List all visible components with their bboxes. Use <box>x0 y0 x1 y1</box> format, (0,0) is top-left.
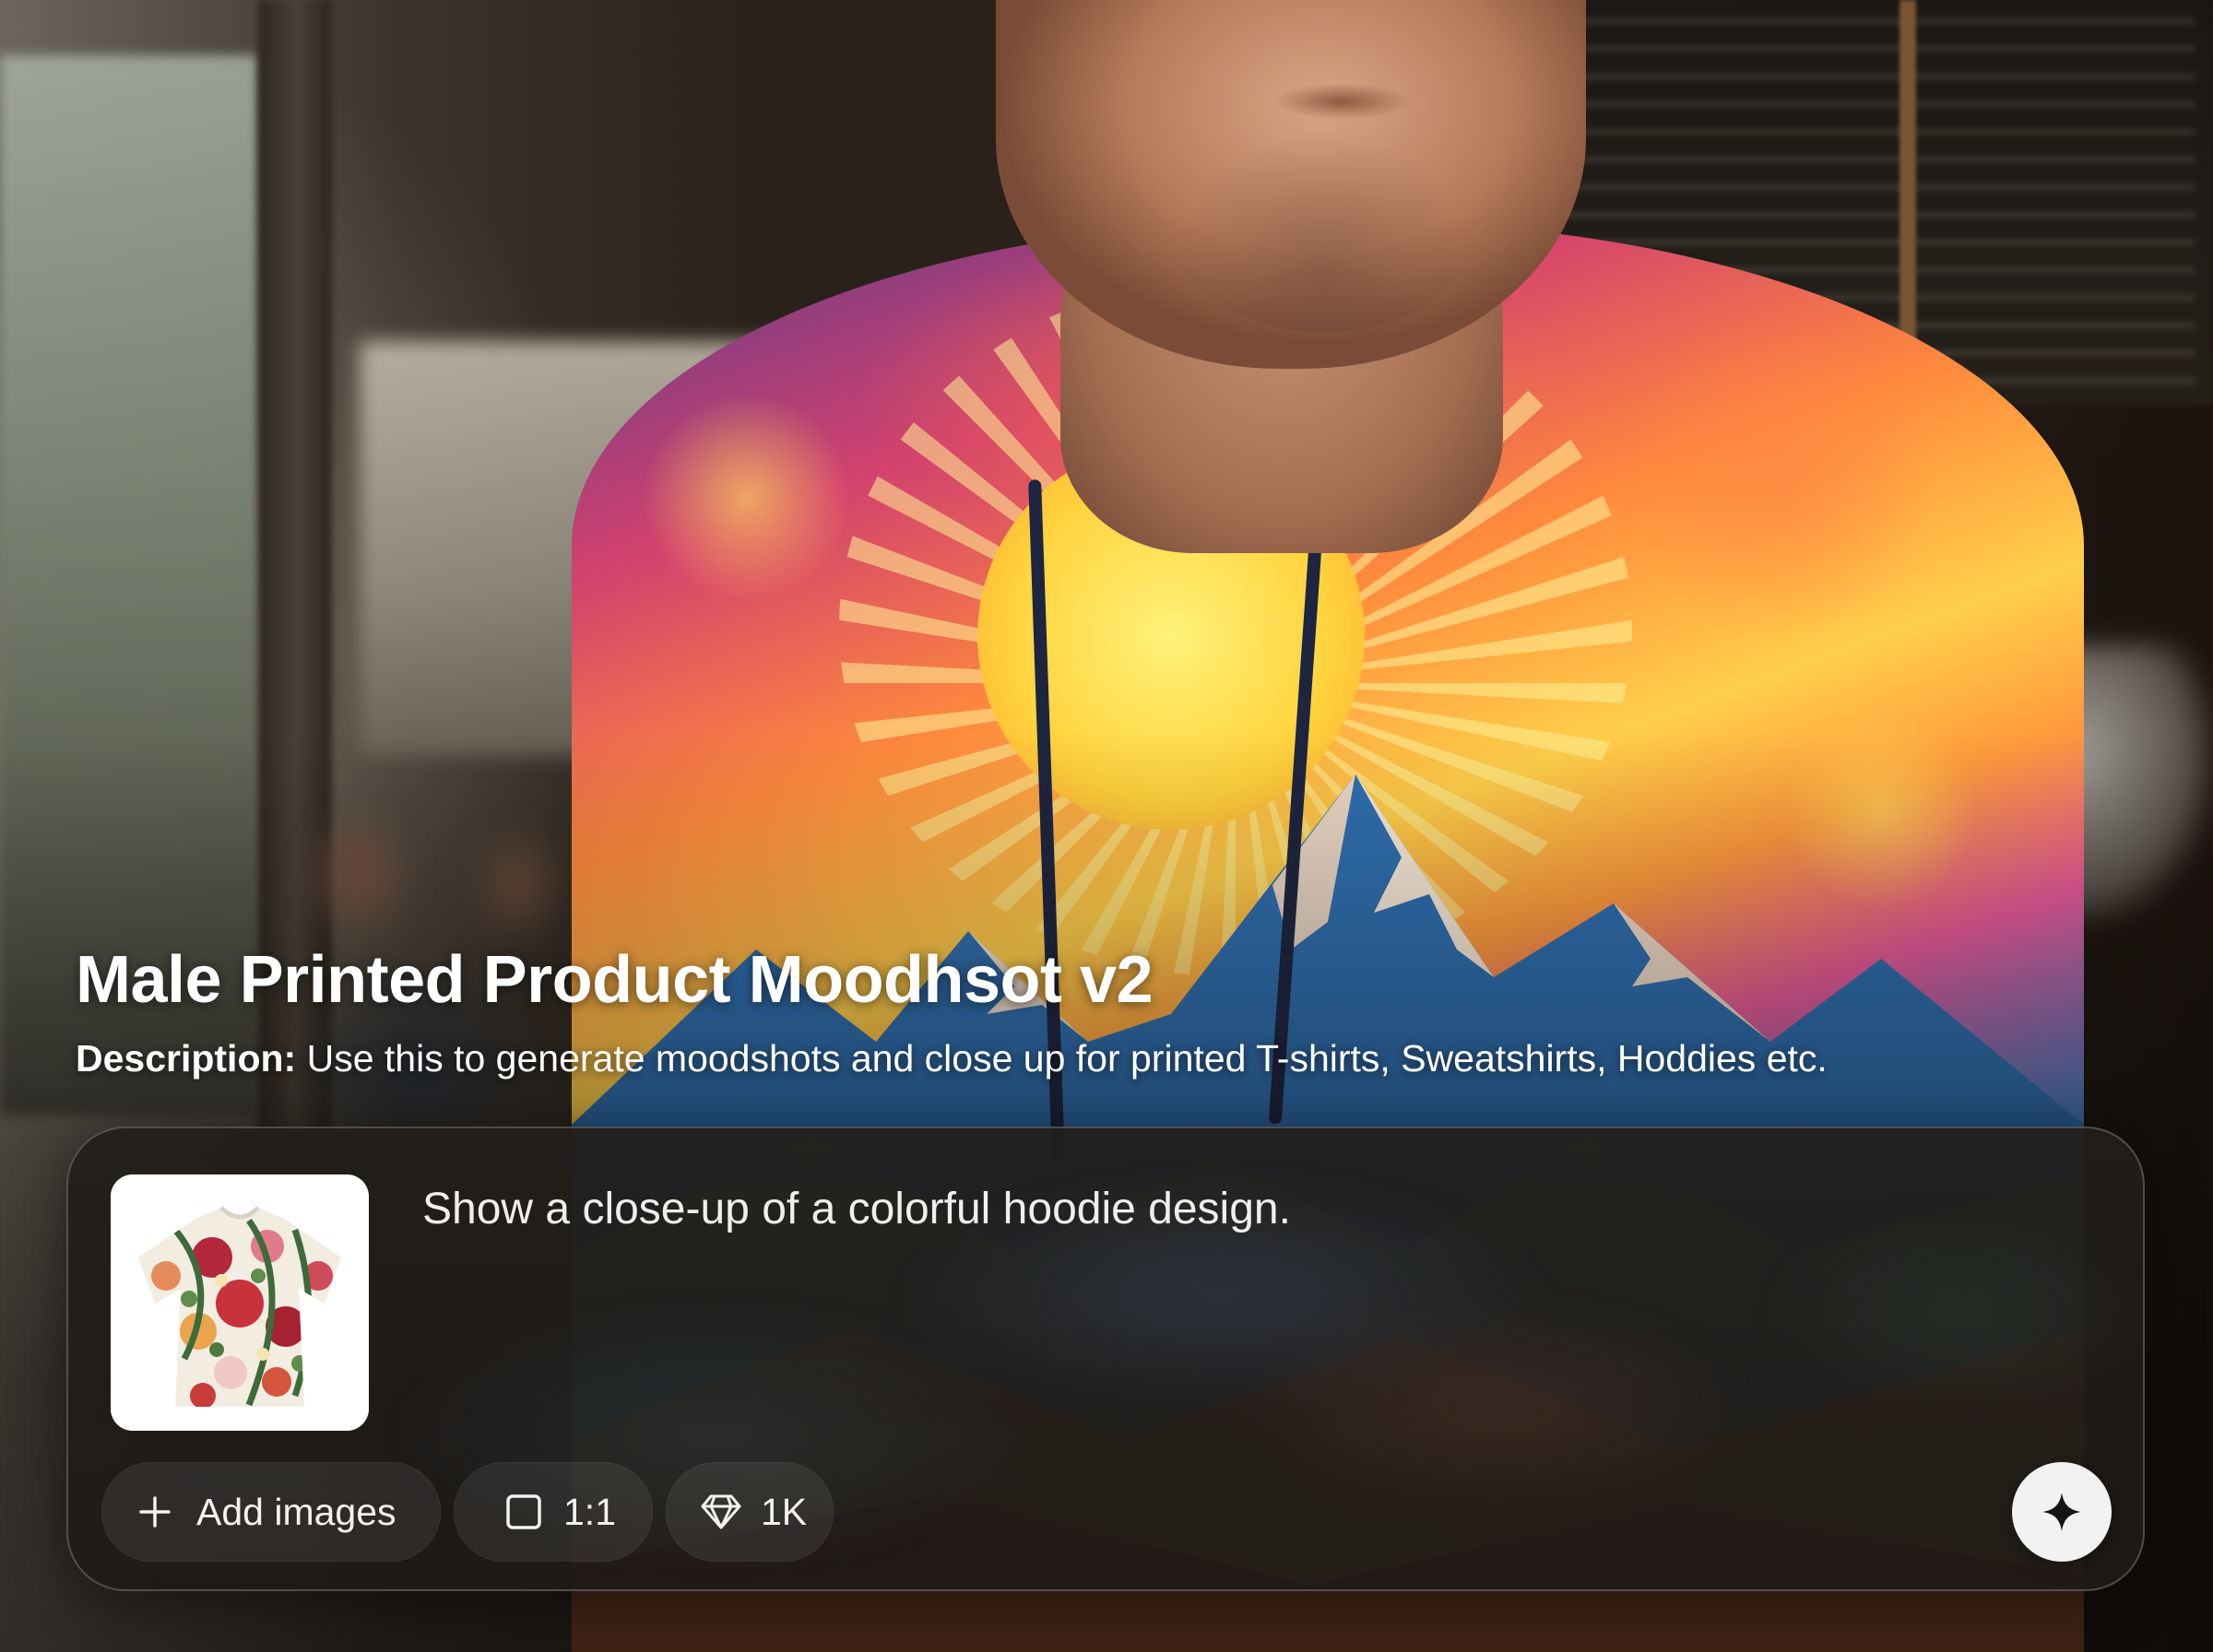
add-images-label: Add images <box>196 1490 396 1533</box>
reference-image-thumbnail[interactable] <box>111 1174 369 1431</box>
plus-icon <box>139 1496 171 1528</box>
resolution-label: 1K <box>761 1490 808 1533</box>
description-text: Use this to generate moodshots and close… <box>296 1037 1828 1080</box>
aspect-ratio-label: 1:1 <box>563 1490 616 1533</box>
generate-button[interactable] <box>2012 1462 2112 1562</box>
template-description: Description: Use this to generate moodsh… <box>76 1037 1828 1080</box>
resolution-button[interactable]: 1K <box>666 1462 834 1562</box>
sparkle-icon <box>2042 1493 2081 1531</box>
add-images-button[interactable]: Add images <box>101 1462 441 1562</box>
diamond-icon <box>701 1494 741 1529</box>
template-title: Male Printed Product Moodhsot v2 <box>76 943 1154 1017</box>
prompt-input[interactable]: Show a close-up of a colorful hoodie des… <box>422 1184 1291 1234</box>
aspect-ratio-button[interactable]: 1:1 <box>454 1462 653 1562</box>
description-label: Description: <box>76 1037 297 1080</box>
square-icon <box>506 1494 541 1529</box>
floral-tshirt-icon <box>111 1174 369 1431</box>
prompt-composer: Show a close-up of a colorful hoodie des… <box>66 1127 2145 1591</box>
